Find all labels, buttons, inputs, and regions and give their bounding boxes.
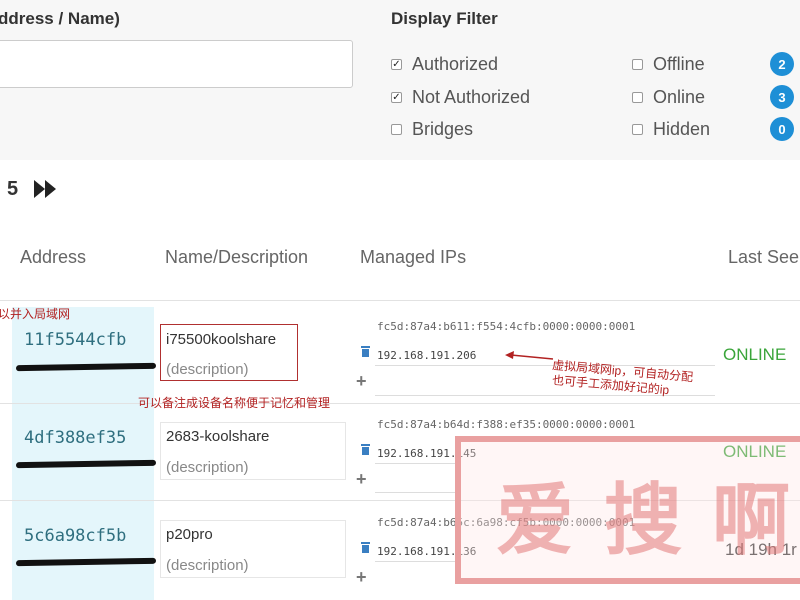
- member-status: ONLINE: [723, 345, 787, 364]
- trash-icon[interactable]: [361, 346, 370, 357]
- search-label: ddress / Name): [0, 9, 120, 28]
- member-name-field[interactable]: 2683-koolshare: [166, 428, 269, 445]
- online-count-badge: 3: [770, 85, 794, 109]
- filter-not-authorized-label: Not Authorized: [412, 87, 531, 107]
- plus-icon[interactable]: +: [356, 371, 367, 392]
- checkbox-checked-icon[interactable]: ✓: [391, 92, 402, 103]
- plus-icon[interactable]: +: [356, 567, 367, 588]
- member-ipv4: 192.168.191.206: [377, 349, 477, 362]
- arrow-left-icon: [505, 351, 554, 360]
- filter-hidden[interactable]: Hidden: [632, 119, 710, 140]
- checkbox-icon[interactable]: [632, 92, 643, 103]
- ip-field-line: [375, 561, 455, 562]
- watermark-box: 爱搜啊: [455, 436, 800, 584]
- filter-authorized[interactable]: ✓ Authorized: [391, 54, 498, 75]
- ip-field-line: [375, 492, 455, 493]
- member-name-field[interactable]: i75500koolshare: [166, 331, 276, 348]
- ip-field-line: [375, 463, 455, 464]
- annotation-name-note: 可以备注成设备名称便于记忆和管理: [138, 396, 331, 410]
- member-id: 5c6a98cf5b: [24, 526, 127, 546]
- filter-authorized-label: Authorized: [412, 54, 499, 74]
- filter-hidden-label: Hidden: [653, 119, 711, 139]
- filter-offline-label: Offline: [653, 54, 705, 74]
- plus-icon[interactable]: +: [356, 469, 367, 490]
- offline-count-badge: 2: [770, 52, 794, 76]
- fast-forward-icon[interactable]: [34, 180, 58, 198]
- filter-online-label: Online: [653, 87, 706, 107]
- member-description-field[interactable]: (description): [166, 361, 249, 378]
- filter-not-authorized[interactable]: ✓ Not Authorized: [391, 87, 530, 108]
- filter-offline[interactable]: Offline: [632, 54, 705, 75]
- search-input[interactable]: [0, 40, 353, 88]
- checkbox-icon[interactable]: [632, 59, 643, 70]
- header-divider: [0, 300, 800, 301]
- display-filter-label: Display Filter: [391, 9, 498, 28]
- column-header-name[interactable]: Name/Description: [165, 247, 308, 268]
- column-header-address[interactable]: Address: [20, 247, 86, 268]
- checkbox-icon[interactable]: [391, 124, 402, 135]
- checkbox-icon[interactable]: [632, 124, 643, 135]
- page-number[interactable]: 5: [7, 178, 18, 201]
- filter-bridges-label: Bridges: [412, 119, 474, 139]
- watermark-text: 爱搜啊: [496, 475, 800, 566]
- filter-bridges[interactable]: Bridges: [391, 119, 473, 140]
- member-name-field[interactable]: p20pro: [166, 526, 213, 543]
- member-id: 4df388ef35: [24, 428, 127, 448]
- member-id: 11f5544cfb: [24, 330, 127, 350]
- member-description-field[interactable]: (description): [166, 459, 249, 476]
- hidden-count-badge: 0: [770, 117, 794, 141]
- trash-icon[interactable]: [361, 444, 370, 455]
- column-header-last-seen[interactable]: Last See: [728, 247, 799, 268]
- member-ipv6: fc5d:87a4:b611:f554:4cfb:0000:0000:0001: [377, 320, 636, 333]
- member-ipv6: fc5d:87a4:b64d:f388:ef35:0000:0000:0001: [377, 418, 636, 431]
- filter-online[interactable]: Online: [632, 87, 705, 108]
- trash-icon[interactable]: [361, 542, 370, 553]
- member-description-field[interactable]: (description): [166, 557, 249, 574]
- checkbox-checked-icon[interactable]: ✓: [391, 59, 402, 70]
- row-divider: [0, 403, 800, 404]
- column-header-managed-ips[interactable]: Managed IPs: [360, 247, 466, 268]
